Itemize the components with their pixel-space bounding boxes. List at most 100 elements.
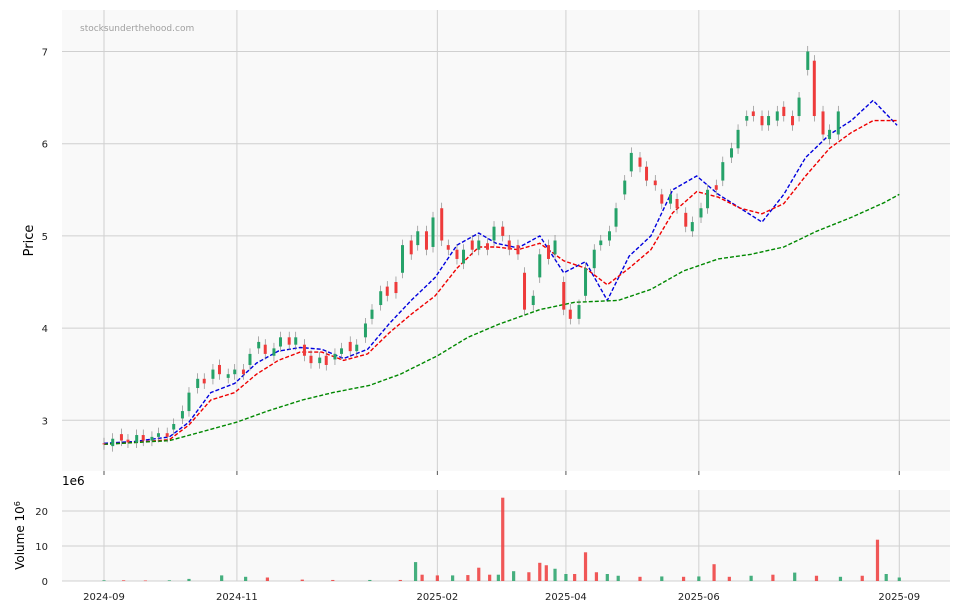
candle-body — [614, 208, 618, 227]
candle-body — [577, 305, 581, 319]
candle-body — [126, 439, 130, 443]
candle-body — [416, 231, 420, 246]
candle-body — [180, 411, 184, 419]
candle-body — [638, 157, 642, 167]
candle-body — [653, 180, 657, 186]
volume-bar — [435, 575, 439, 581]
candle-body — [409, 240, 413, 255]
candle-body — [607, 231, 611, 241]
x-tick-label: 2025-06 — [678, 592, 720, 603]
candle-body — [455, 249, 459, 259]
volume-bar — [605, 574, 609, 581]
candle-body — [111, 438, 115, 447]
candle-body — [690, 222, 694, 232]
candle-body — [257, 341, 261, 349]
candle-body — [645, 166, 649, 181]
volume-bar — [413, 562, 418, 581]
candle-body — [241, 369, 245, 375]
volume-y-tick-label: 10 — [35, 542, 48, 553]
candle-body — [196, 378, 200, 389]
volume-axis-label-exponent: 6 — [13, 501, 22, 506]
x-tick-label: 2025-04 — [545, 592, 587, 603]
candle-body — [141, 435, 145, 441]
candle-body — [791, 116, 795, 126]
volume-bar — [398, 579, 402, 581]
candle-body — [745, 116, 749, 121]
volume-bar — [300, 579, 304, 581]
volume-bar — [860, 575, 864, 581]
candle-body — [150, 436, 154, 441]
candle-body — [446, 245, 450, 250]
watermark-text: stocksunderthehood.com — [80, 24, 194, 34]
volume-bar — [793, 572, 797, 581]
volume-bar — [488, 574, 492, 581]
volume-bar — [771, 574, 775, 581]
chart-container: 3 4 5 6 7 Price 2024-09 2024-11 2025-02 2025-04 2… — [0, 0, 960, 611]
volume-bar — [616, 575, 620, 581]
candle-body — [546, 245, 550, 259]
candle-body — [714, 185, 718, 190]
candle-body — [355, 344, 359, 352]
candle-body — [797, 97, 801, 117]
candle-body — [348, 341, 352, 352]
candle-body — [217, 364, 221, 375]
candle-body — [187, 392, 191, 412]
volume-bar — [573, 574, 577, 581]
volume-bar — [712, 564, 716, 581]
candle-body — [775, 111, 779, 121]
candle-body — [492, 226, 496, 241]
candle-body — [568, 309, 572, 319]
candle-body — [287, 337, 291, 345]
volume-bar — [527, 572, 531, 581]
candle-body — [324, 355, 328, 365]
volume-bar — [638, 576, 642, 581]
price-y-tick-label: 6 — [42, 140, 48, 151]
candle-body — [516, 245, 520, 255]
volume-offset-label: 1e6 — [62, 474, 85, 488]
candle-body — [538, 254, 542, 278]
volume-y-tick-label: 20 — [35, 507, 48, 518]
volume-bar — [143, 580, 147, 582]
candle-body — [721, 162, 725, 181]
price-y-tick-label: 7 — [42, 47, 48, 58]
volume-bar — [451, 575, 455, 581]
candle-body — [782, 106, 786, 117]
volume-bar — [368, 579, 372, 581]
candle-body — [736, 129, 740, 149]
candle-body — [485, 243, 489, 250]
volume-axis-label: Volume 106 — [13, 501, 28, 570]
volume-panel-bg — [62, 490, 950, 581]
candle-body — [119, 434, 123, 441]
candle-body — [523, 272, 527, 310]
candle-body — [302, 344, 306, 356]
volume-bar — [884, 574, 888, 581]
candle-body — [333, 353, 337, 360]
candle-body — [599, 240, 603, 246]
candle-body — [462, 249, 466, 264]
candle-body — [294, 337, 298, 345]
candle-body — [278, 337, 282, 347]
volume-bar — [167, 580, 171, 581]
price-y-tick-label: 4 — [42, 324, 48, 335]
volume-bar — [496, 574, 500, 581]
candle-body — [363, 323, 367, 338]
volume-bar — [553, 568, 557, 581]
volume-bar — [814, 575, 819, 581]
candle-body — [629, 152, 633, 172]
candle-body — [706, 189, 710, 209]
candle-body — [470, 240, 474, 250]
candle-body — [501, 226, 505, 236]
candle-body — [431, 217, 435, 247]
volume-bar — [838, 576, 843, 581]
volume-bar — [594, 572, 599, 581]
candle-body — [440, 208, 444, 241]
candle-body — [751, 111, 755, 117]
volume-bar — [187, 578, 191, 581]
candle-body — [272, 348, 276, 356]
candle-body — [806, 51, 810, 70]
candle-body — [202, 378, 206, 384]
x-tick-label: 2024-11 — [216, 592, 258, 603]
candle-body — [675, 199, 679, 209]
volume-axis-label-text: Volume 10 — [13, 506, 27, 570]
candle-body — [401, 245, 405, 273]
